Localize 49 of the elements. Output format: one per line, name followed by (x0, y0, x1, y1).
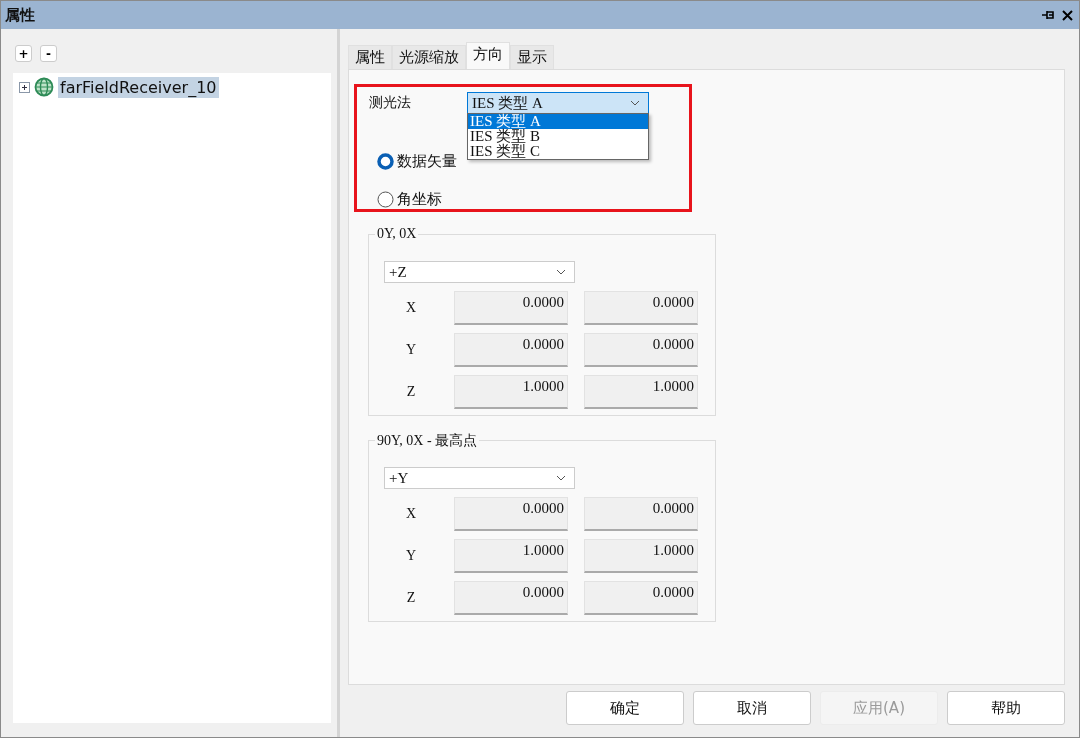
dropdown-option[interactable]: IES 类型 A (468, 114, 648, 129)
chevron-icon (556, 269, 566, 275)
number-field[interactable]: 0.0000 (454, 497, 568, 531)
tree-toolbar-button[interactable]: + (15, 45, 32, 62)
photometry-dropdown[interactable]: IES 类型 A (467, 92, 649, 114)
radio-label: 数据矢量 (397, 151, 457, 171)
tab[interactable]: 光源缩放 (392, 45, 466, 69)
tab[interactable]: 属性 (348, 45, 392, 69)
radio-button[interactable] (377, 152, 394, 170)
dialog-button[interactable]: 帮助 (947, 691, 1065, 725)
close-icon[interactable] (1062, 9, 1073, 21)
number-field[interactable]: 0.0000 (454, 333, 568, 367)
direction-dropdown[interactable]: +Z (384, 261, 575, 283)
axis-label: Z (405, 384, 417, 400)
number-field[interactable]: 1.0000 (584, 539, 698, 573)
globe-icon (34, 77, 54, 97)
chevron-icon (556, 475, 566, 481)
axis-label: X (404, 506, 418, 522)
number-field[interactable]: 0.0000 (454, 581, 568, 615)
dropdown-option[interactable]: IES 类型 C (468, 144, 648, 159)
dropdown-option[interactable]: IES 类型 B (468, 129, 648, 144)
chevron-icon (630, 100, 640, 106)
radio-label: 角坐标 (397, 189, 442, 209)
group-title: 0Y, 0X (375, 226, 419, 242)
tab[interactable]: 方向 (466, 42, 510, 69)
number-field[interactable]: 1.0000 (454, 375, 568, 409)
number-field[interactable]: 0.0000 (584, 291, 698, 325)
dialog-button[interactable]: 确定 (566, 691, 684, 725)
window-title: 属性 (5, 5, 36, 25)
number-field[interactable]: 1.0000 (584, 375, 698, 409)
group-title: 90Y, 0X - 最高点 (375, 432, 480, 450)
field-label: 测光法 (369, 94, 412, 112)
axis-label: Z (405, 590, 417, 606)
expander-icon[interactable] (19, 81, 30, 93)
dialog-button[interactable]: 取消 (693, 691, 811, 725)
axis-label: X (404, 300, 418, 316)
direction-dropdown[interactable]: +Y (384, 467, 575, 489)
number-field[interactable]: 0.0000 (584, 581, 698, 615)
number-field[interactable]: 0.0000 (584, 497, 698, 531)
number-field[interactable]: 1.0000 (454, 539, 568, 573)
number-field[interactable]: 0.0000 (584, 333, 698, 367)
pin-icon[interactable] (1042, 10, 1054, 20)
tree-toolbar-button[interactable]: - (40, 45, 57, 62)
tab[interactable]: 显示 (510, 45, 554, 69)
radio-button[interactable] (377, 190, 394, 208)
axis-label: Y (404, 342, 418, 358)
axis-label: Y (404, 548, 418, 564)
number-field[interactable]: 0.0000 (454, 291, 568, 325)
tree-item[interactable]: farFieldReceiver_10 (58, 76, 219, 98)
